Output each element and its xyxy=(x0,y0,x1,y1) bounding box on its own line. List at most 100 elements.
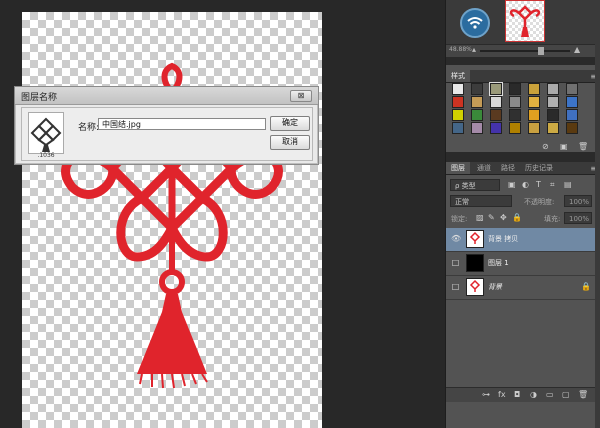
new-layer-icon[interactable]: ▢ xyxy=(562,390,570,399)
navigator-panel xyxy=(446,0,600,44)
filter-pixel-icon[interactable]: ▣ xyxy=(508,180,516,189)
knot-thumbnail-icon xyxy=(30,117,62,152)
filter-smart-icon[interactable]: ▤ xyxy=(564,180,572,189)
layer-row[interactable]: □ 背景 🔒 xyxy=(446,276,600,300)
style-swatch[interactable] xyxy=(566,96,578,108)
opacity-input[interactable]: 100% xyxy=(564,195,592,207)
zoom-slider-knob[interactable] xyxy=(538,47,544,55)
layers-panel: 图层 通道 路径 历史记录 ≡ ρ 类型 ▣ ◐ T ⌗ ▤ 正常 不透明度: … xyxy=(446,162,600,428)
ok-button[interactable]: 确定 xyxy=(270,116,310,131)
layer-thumbnail xyxy=(466,254,484,272)
thumbnail-caption: .1036 xyxy=(37,152,55,159)
tab-channels[interactable]: 通道 xyxy=(472,162,496,174)
wifi-icon[interactable] xyxy=(460,8,490,38)
style-swatch[interactable] xyxy=(509,96,521,108)
delete-layer-icon[interactable]: 🗑 xyxy=(578,390,588,399)
visibility-toggle[interactable]: □ xyxy=(451,282,460,291)
panel-scrollbar[interactable] xyxy=(595,0,600,428)
zoom-slider[interactable] xyxy=(480,47,570,55)
panel-divider-2 xyxy=(446,152,600,162)
style-swatch[interactable] xyxy=(489,82,503,96)
style-swatch[interactable] xyxy=(452,96,464,108)
fill-label: 填充: xyxy=(544,215,561,223)
navigator-preview[interactable] xyxy=(505,0,545,42)
style-swatch[interactable] xyxy=(547,96,559,108)
lock-all-icon[interactable]: 🔒 xyxy=(512,213,522,222)
style-swatch[interactable] xyxy=(471,122,483,134)
zoom-in-icon[interactable]: ▲ xyxy=(574,45,580,54)
new-group-icon[interactable]: ▭ xyxy=(546,390,554,399)
visibility-toggle[interactable]: □ xyxy=(451,258,460,267)
zoom-value[interactable]: 48.88% xyxy=(449,46,472,53)
lock-move-icon[interactable]: ✥ xyxy=(500,213,507,222)
lock-pixels-icon[interactable]: ▨ xyxy=(476,213,484,222)
link-layers-icon[interactable]: ⊶ xyxy=(482,390,490,399)
canvas-area: 图层名称 ⊠ .1036 名称: 中国结.jpg 确定 取消 xyxy=(0,0,445,428)
layer-filter-select[interactable]: ρ 类型 xyxy=(450,179,500,191)
layer-thumbnail xyxy=(28,112,64,154)
style-swatch[interactable] xyxy=(471,83,483,95)
styles-footer: ⊘ ▣ 🗑 xyxy=(446,140,600,151)
layer-thumbnail xyxy=(466,230,484,248)
zoom-out-icon[interactable]: ▴ xyxy=(472,45,476,54)
chinese-knot-image xyxy=(61,62,283,389)
layer-row[interactable]: □ 图层 1 xyxy=(446,252,600,276)
lock-paint-icon[interactable]: ✎ xyxy=(488,213,495,222)
style-swatch[interactable] xyxy=(452,83,464,95)
filter-adjust-icon[interactable]: ◐ xyxy=(522,180,529,189)
style-swatch[interactable] xyxy=(547,109,559,121)
right-panels: 48.88% ▴ ▲ 样式 ≡ ⊘ ▣ 🗑 图层 通道 路径 历史记录 ≡ ρ … xyxy=(445,0,600,428)
tab-history[interactable]: 历史记录 xyxy=(520,162,558,174)
cancel-button[interactable]: 取消 xyxy=(270,135,310,150)
layer-name-input[interactable]: 中国结.jpg xyxy=(98,118,266,130)
lock-label: 锁定: xyxy=(451,215,468,223)
style-swatch[interactable] xyxy=(547,83,559,95)
tab-paths[interactable]: 路径 xyxy=(496,162,520,174)
style-swatch[interactable] xyxy=(528,122,540,134)
filter-shape-icon[interactable]: ⌗ xyxy=(550,180,555,190)
style-swatch[interactable] xyxy=(490,96,502,108)
style-swatch[interactable] xyxy=(509,122,521,134)
style-swatch[interactable] xyxy=(547,122,559,134)
tab-layers[interactable]: 图层 xyxy=(446,162,470,174)
eye-icon[interactable]: 👁 xyxy=(451,234,461,243)
styles-tab-strip: 样式 ≡ xyxy=(446,70,600,83)
new-style-icon[interactable]: ▣ xyxy=(560,142,568,151)
style-swatch[interactable] xyxy=(509,109,521,121)
style-swatch[interactable] xyxy=(566,122,578,134)
delete-style-icon[interactable]: 🗑 xyxy=(578,142,588,151)
style-swatch[interactable] xyxy=(528,96,540,108)
style-swatch[interactable] xyxy=(528,83,540,95)
tab-styles[interactable]: 样式 xyxy=(446,70,470,82)
clear-style-icon[interactable]: ⊘ xyxy=(542,142,549,151)
layer-name[interactable]: 图层 1 xyxy=(488,258,509,268)
dialog-body: .1036 名称: 中国结.jpg 确定 取消 xyxy=(21,107,313,161)
zoom-row: 48.88% ▴ ▲ xyxy=(446,44,600,57)
lock-icon: 🔒 xyxy=(581,282,591,291)
style-swatch[interactable] xyxy=(528,109,540,121)
layers-tab-strip: 图层 通道 路径 历史记录 ≡ xyxy=(446,162,600,175)
dialog-titlebar[interactable]: 图层名称 ⊠ xyxy=(15,87,318,105)
document-canvas[interactable] xyxy=(22,12,322,428)
style-swatch[interactable] xyxy=(490,109,502,121)
style-swatch[interactable] xyxy=(452,122,464,134)
adjustment-layer-icon[interactable]: ◑ xyxy=(530,390,537,399)
style-swatch[interactable] xyxy=(490,122,502,134)
style-swatch[interactable] xyxy=(452,109,464,121)
style-swatch[interactable] xyxy=(509,83,521,95)
style-swatch[interactable] xyxy=(566,83,578,95)
blend-mode-select[interactable]: 正常 xyxy=(450,195,512,207)
layer-row[interactable]: 👁 背景 拷贝 xyxy=(446,228,600,252)
style-swatch[interactable] xyxy=(566,109,578,121)
filter-type-icon[interactable]: T xyxy=(536,180,541,189)
close-icon[interactable]: ⊠ xyxy=(290,90,312,102)
layer-name[interactable]: 背景 拷贝 xyxy=(488,234,518,244)
fill-input[interactable]: 100% xyxy=(564,212,592,224)
layer-name-dialog: 图层名称 ⊠ .1036 名称: 中国结.jpg 确定 取消 xyxy=(14,86,319,165)
style-swatch[interactable] xyxy=(471,96,483,108)
layer-style-icon[interactable]: fx xyxy=(498,390,506,399)
name-label: 名称: xyxy=(78,123,100,133)
style-swatch[interactable] xyxy=(471,109,483,121)
add-mask-icon[interactable]: ◘ xyxy=(514,390,520,399)
layer-name[interactable]: 背景 xyxy=(488,282,502,292)
